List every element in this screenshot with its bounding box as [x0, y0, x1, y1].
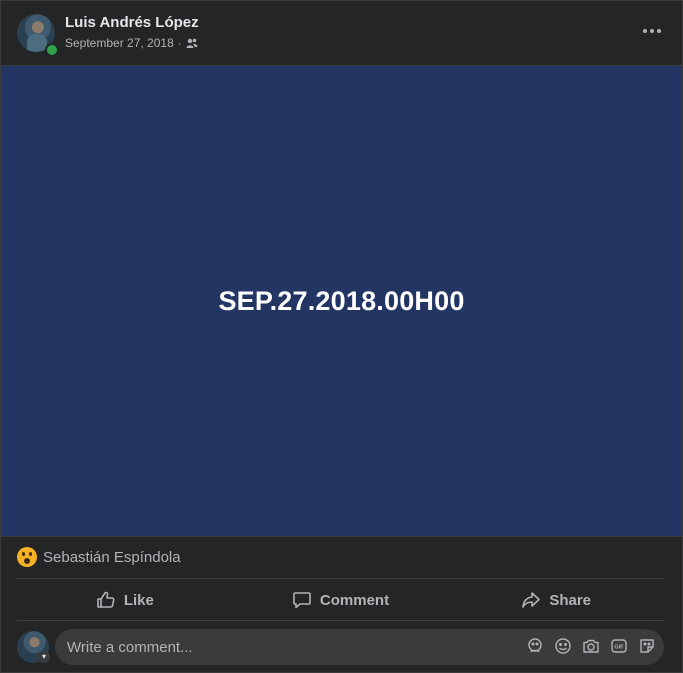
divider: [17, 578, 664, 579]
reaction-names[interactable]: Sebastián Espíndola: [43, 549, 181, 566]
like-button[interactable]: Like: [17, 581, 233, 619]
post-date[interactable]: September 27, 2018: [65, 36, 174, 50]
avatar-sticker-icon[interactable]: [526, 637, 544, 655]
post-header: Luis Andrés López September 27, 2018 ·: [1, 1, 682, 65]
like-label: Like: [123, 591, 154, 609]
comment-composer: ▾ Write a comment... GIF: [17, 629, 664, 665]
post-media[interactable]: SEP.27.2018.00H00: [1, 65, 682, 537]
more-options-button[interactable]: [638, 19, 666, 43]
meta-separator: ·: [177, 36, 182, 50]
share-button[interactable]: Share: [448, 581, 664, 619]
camera-icon[interactable]: [582, 637, 600, 655]
comment-input[interactable]: Write a comment... GIF: [55, 629, 664, 665]
share-icon: [522, 592, 541, 608]
online-status-icon: [45, 43, 59, 57]
post-meta: September 27, 2018 ·: [65, 36, 198, 50]
dot-icon: [657, 29, 661, 33]
wow-icon: [17, 547, 37, 567]
gif-icon[interactable]: GIF: [610, 637, 628, 655]
friends-icon[interactable]: [186, 37, 198, 49]
comment-button[interactable]: Comment: [233, 581, 449, 619]
comment-label: Comment: [319, 591, 390, 609]
svg-text:GIF: GIF: [614, 645, 624, 651]
divider: [17, 620, 664, 621]
reactions-summary[interactable]: Sebastián Espíndola: [17, 547, 181, 567]
share-label: Share: [549, 591, 592, 609]
post-card: Luis Andrés López September 27, 2018 · S…: [0, 0, 683, 673]
dot-icon: [643, 29, 647, 33]
author-name[interactable]: Luis Andrés López: [65, 14, 199, 31]
thumbs-up-icon: [97, 591, 115, 608]
comment-icon: [293, 592, 311, 609]
post-actions: Like Comment Share: [17, 581, 664, 619]
sticker-icon[interactable]: [638, 637, 656, 655]
emoji-icon[interactable]: [554, 637, 572, 655]
media-text: SEP.27.2018.00H00: [218, 285, 465, 316]
chevron-down-icon[interactable]: ▾: [38, 651, 50, 663]
composer-tools: GIF: [526, 637, 656, 655]
comment-placeholder: Write a comment...: [67, 638, 193, 656]
dot-icon: [650, 29, 654, 33]
